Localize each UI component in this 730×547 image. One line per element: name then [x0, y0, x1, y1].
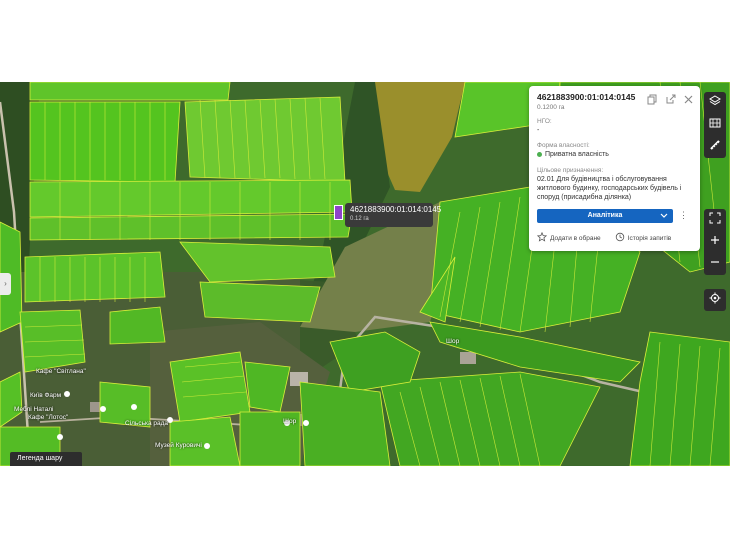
purpose-value: 02.01 Для будівництва і обслуговування ж…: [537, 176, 682, 201]
ownership-value-row: Приватна власність: [537, 150, 692, 159]
place-label[interactable]: Кафе "Світлана": [36, 368, 86, 375]
place-label[interactable]: Кафе "Лотос": [28, 414, 68, 421]
parcel-tooltip: 4621883900:01:014:0145 0.12 га: [345, 203, 442, 227]
place-label[interactable]: Сільська рада: [125, 420, 168, 427]
status-dot-icon: [537, 151, 542, 157]
tooltip-area: 0.12 га: [350, 216, 369, 222]
chevron-down-icon: [660, 209, 668, 229]
zoom-controls: [704, 209, 726, 275]
expand-sidebar-tab[interactable]: ›: [0, 273, 11, 295]
place-label[interactable]: Шор: [283, 418, 296, 425]
place-label[interactable]: Музей Куровичі: [155, 442, 202, 449]
parcel-title[interactable]: 4621883900:01:014:0145: [537, 92, 635, 102]
add-to-favorites-label: Додати в обране: [550, 234, 601, 242]
place-label[interactable]: Шор: [446, 338, 459, 345]
star-icon: [536, 231, 548, 244]
request-history-label: Історія запитів: [627, 234, 672, 242]
zoom-out-button[interactable]: [704, 253, 726, 275]
place-label[interactable]: Київ Фарм: [30, 392, 61, 399]
map-tools-group: [704, 92, 726, 158]
analytics-button[interactable]: Аналітика: [537, 209, 673, 223]
minus-icon: [709, 255, 721, 273]
layer-legend-button[interactable]: Легенда шару: [10, 452, 82, 466]
purpose-label: Цільове призначення:: [537, 167, 604, 174]
ownership-value: Приватна власність: [545, 151, 609, 158]
analytics-button-label: Аналітика: [587, 212, 623, 219]
ruler-icon: [709, 138, 721, 156]
plus-icon: [709, 233, 721, 251]
close-icon[interactable]: [683, 94, 694, 105]
selected-parcel-marker[interactable]: [334, 205, 343, 220]
place-label[interactable]: Меблі Наталі: [14, 406, 53, 413]
ngo-label: НГО:: [537, 118, 552, 125]
copy-icon[interactable]: [647, 94, 658, 105]
locate-me-button[interactable]: [704, 289, 726, 311]
parcel-area: 0.1200 га: [537, 104, 565, 111]
fullscreen-icon: [709, 211, 721, 229]
more-options-icon[interactable]: ⋮: [679, 210, 688, 220]
history-icon: [615, 232, 625, 244]
crosshair-icon: [709, 291, 721, 309]
layers-icon: [709, 94, 721, 112]
external-link-icon[interactable]: [665, 94, 676, 105]
map-grid-icon: [709, 116, 721, 134]
zoom-in-button[interactable]: [704, 231, 726, 253]
ngo-value: -: [537, 127, 540, 134]
request-history-button[interactable]: Історія запитів: [615, 232, 672, 244]
fullscreen-button[interactable]: [704, 209, 726, 231]
parcel-info-panel: 4621883900:01:014:0145 0.1200 га НГО: - …: [529, 86, 700, 251]
layers-button[interactable]: [704, 92, 726, 114]
cadastre-map-button[interactable]: [704, 114, 726, 136]
add-to-favorites-button[interactable]: Додати в обране: [536, 231, 601, 244]
locate-group: [704, 289, 726, 311]
measure-button[interactable]: [704, 136, 726, 158]
ownership-label: Форма власності:: [537, 142, 590, 149]
tooltip-cadastral: 4621883900:01:014:0145: [350, 205, 442, 214]
chevron-right-icon: ›: [4, 279, 7, 288]
